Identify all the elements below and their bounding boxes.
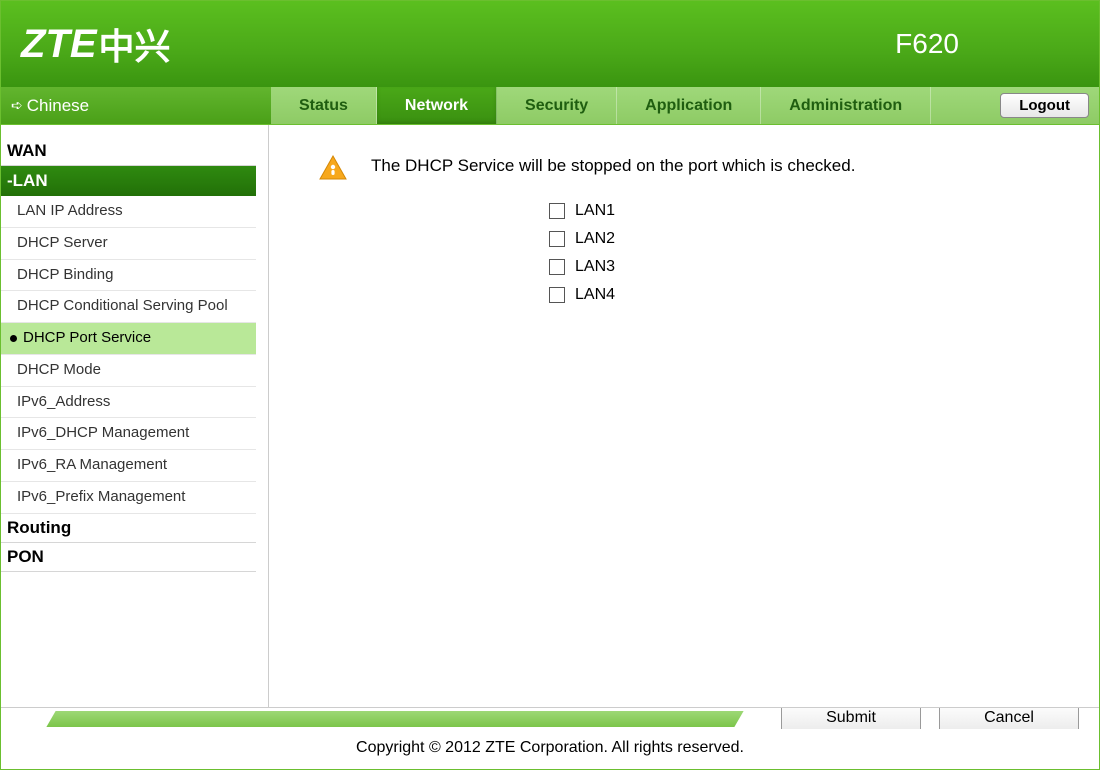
copyright-text: Copyright © 2012 ZTE Corporation. All ri… xyxy=(1,729,1099,769)
arrow-right-icon: ➪ xyxy=(11,97,23,114)
tab-administration[interactable]: Administration xyxy=(761,87,931,124)
top-nav: ➪ Chinese StatusNetworkSecurityApplicati… xyxy=(1,87,1099,125)
brand-logo: ZTE 中兴 xyxy=(21,18,171,70)
sidebar-group-routing[interactable]: Routing xyxy=(1,514,256,543)
tab-status[interactable]: Status xyxy=(271,87,377,124)
cancel-button[interactable]: Cancel xyxy=(939,707,1079,729)
tab-network[interactable]: Network xyxy=(377,87,497,124)
sidebar-item-dhcp-port-service[interactable]: DHCP Port Service xyxy=(1,323,256,355)
content-panel: The DHCP Service will be stopped on the … xyxy=(269,125,1099,707)
checkbox-lan2[interactable] xyxy=(549,231,565,247)
submit-button[interactable]: Submit xyxy=(781,707,921,729)
sidebar-item-ipv6-dhcp-management[interactable]: IPv6_DHCP Management xyxy=(1,418,256,450)
decor-stripe xyxy=(46,711,743,727)
sidebar-group--lan[interactable]: -LAN xyxy=(1,166,256,196)
checkbox-lan3[interactable] xyxy=(549,259,565,275)
sidebar-item-dhcp-conditional-serving-pool[interactable]: DHCP Conditional Serving Pool xyxy=(1,291,256,323)
lan-row-lan3: LAN3 xyxy=(549,258,1069,276)
sidebar-item-dhcp-server[interactable]: DHCP Server xyxy=(1,228,256,260)
lan-port-list: LAN1 LAN2 LAN3 LAN4 xyxy=(549,202,1069,304)
sidebar-item-ipv6-ra-management[interactable]: IPv6_RA Management xyxy=(1,450,256,482)
sidebar-item-lan-ip-address[interactable]: LAN IP Address xyxy=(1,196,256,228)
tabs-container: StatusNetworkSecurityApplicationAdminist… xyxy=(271,87,1000,124)
warning-icon xyxy=(319,155,347,184)
lan-row-lan2: LAN2 xyxy=(549,230,1069,248)
model-number: F620 xyxy=(895,28,959,60)
tab-application[interactable]: Application xyxy=(617,87,761,124)
sidebar-item-dhcp-binding[interactable]: DHCP Binding xyxy=(1,260,256,292)
logout-button[interactable]: Logout xyxy=(1000,93,1089,118)
header-bar: ZTE 中兴 F620 xyxy=(1,1,1099,87)
sidebar-group-pon[interactable]: PON xyxy=(1,543,256,572)
sidebar-item-dhcp-mode[interactable]: DHCP Mode xyxy=(1,355,256,387)
checkbox-lan1[interactable] xyxy=(549,203,565,219)
lan-label: LAN1 xyxy=(575,202,615,220)
tab-security[interactable]: Security xyxy=(497,87,617,124)
sidebar-item-ipv6-prefix-management[interactable]: IPv6_Prefix Management xyxy=(1,482,256,514)
lan-row-lan4: LAN4 xyxy=(549,286,1069,304)
language-switch[interactable]: ➪ Chinese xyxy=(1,87,271,124)
lan-label: LAN4 xyxy=(575,286,615,304)
lan-label: LAN2 xyxy=(575,230,615,248)
lan-label: LAN3 xyxy=(575,258,615,276)
info-text: The DHCP Service will be stopped on the … xyxy=(371,155,855,178)
sidebar-item-ipv6-address[interactable]: IPv6_Address xyxy=(1,387,256,419)
logo-latin: ZTE xyxy=(21,22,97,67)
checkbox-lan4[interactable] xyxy=(549,287,565,303)
lan-row-lan1: LAN1 xyxy=(549,202,1069,220)
sidebar: WAN-LANLAN IP AddressDHCP ServerDHCP Bin… xyxy=(1,125,269,707)
sidebar-group-wan[interactable]: WAN xyxy=(1,137,256,166)
language-label: Chinese xyxy=(27,96,89,116)
logo-cn: 中兴 xyxy=(99,18,171,70)
footer-bar: Submit Cancel xyxy=(1,707,1099,729)
